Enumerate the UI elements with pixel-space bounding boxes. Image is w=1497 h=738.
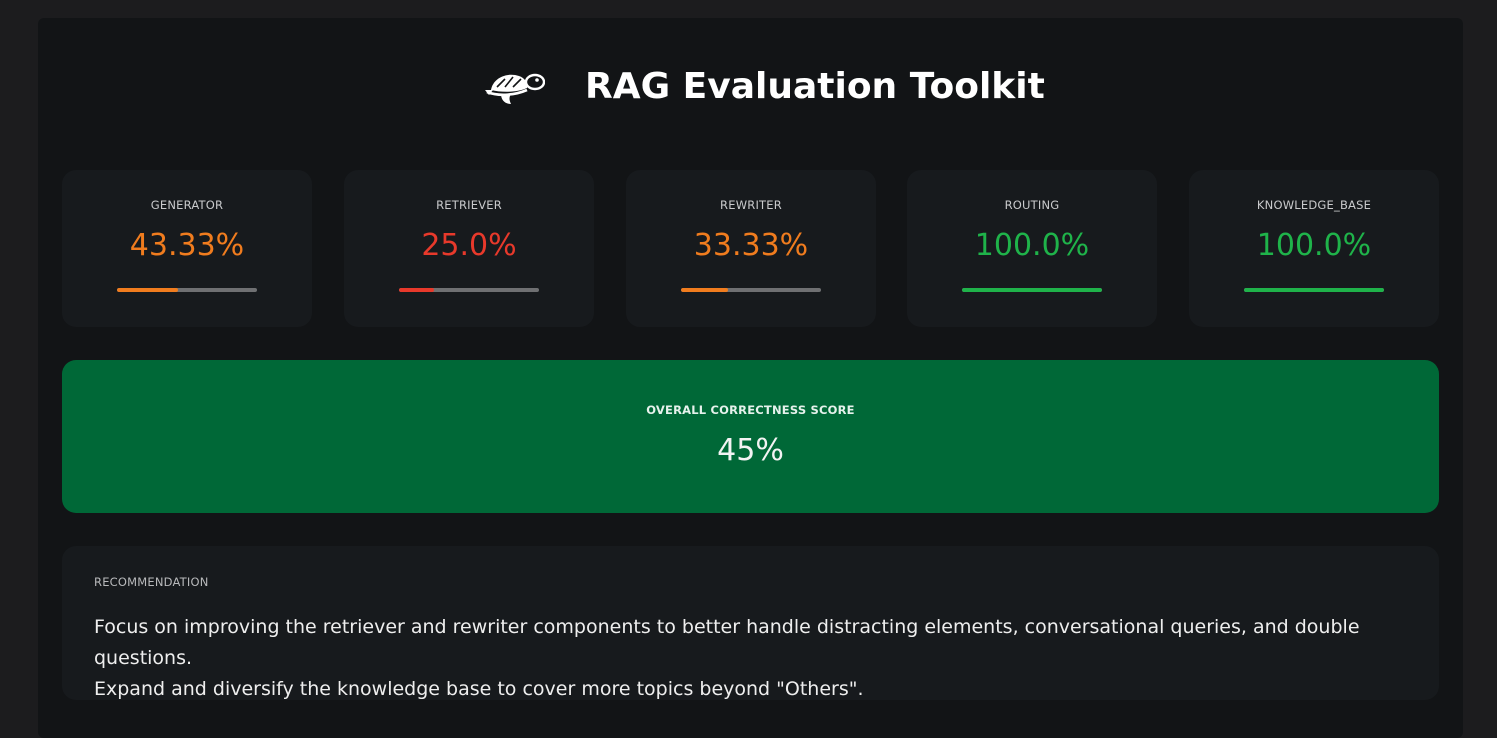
recommendation-line-2: Expand and diversify the knowledge base … [94, 678, 864, 700]
page-title: RAG Evaluation Toolkit [585, 66, 1045, 107]
metric-value: 33.33% [693, 228, 809, 263]
metric-progress-fill [962, 288, 1102, 292]
turtle-icon [485, 73, 545, 104]
recommendation-text: Focus on improving the retriever and rew… [94, 612, 1384, 705]
metric-progress-fill [681, 288, 728, 292]
overall-score-value: 45% [717, 433, 784, 468]
metric-progress-fill [117, 288, 178, 292]
metric-progress-track [1244, 288, 1384, 292]
recommendation-card: RECOMMENDATION Focus on improving the re… [62, 546, 1439, 700]
metric-label: KNOWLEDGE_BASE [1256, 198, 1372, 212]
metric-card-rewriter: REWRITER 33.33% [626, 170, 876, 327]
metric-card-routing: ROUTING 100.0% [907, 170, 1157, 327]
overall-score-card: OVERALL CORRECTNESS SCORE 45% [62, 360, 1439, 513]
metric-progress-track [681, 288, 821, 292]
metric-value: 25.0% [421, 228, 517, 263]
metric-progress-track [117, 288, 257, 292]
metric-label: RETRIEVER [436, 198, 502, 212]
dashboard-container: RAG Evaluation Toolkit GENERATOR 43.33% … [38, 18, 1463, 738]
recommendation-label: RECOMMENDATION [94, 575, 209, 589]
metric-progress-track [962, 288, 1102, 292]
metric-progress-fill [1244, 288, 1384, 292]
overall-score-label: OVERALL CORRECTNESS SCORE [646, 403, 855, 417]
metric-card-generator: GENERATOR 43.33% [62, 170, 312, 327]
metric-label: GENERATOR [150, 198, 224, 212]
metric-value: 43.33% [129, 228, 245, 263]
metric-value: 100.0% [974, 228, 1090, 263]
recommendation-line-1: Focus on improving the retriever and rew… [94, 616, 1360, 669]
metric-card-knowledge-base: KNOWLEDGE_BASE 100.0% [1189, 170, 1439, 327]
metric-progress-fill [399, 288, 434, 292]
metric-value: 100.0% [1256, 228, 1372, 263]
header: RAG Evaluation Toolkit [38, 66, 1463, 110]
metric-card-retriever: RETRIEVER 25.0% [344, 170, 594, 327]
metric-label: ROUTING [1004, 198, 1060, 212]
metric-progress-track [399, 288, 539, 292]
metric-label: REWRITER [720, 198, 782, 212]
